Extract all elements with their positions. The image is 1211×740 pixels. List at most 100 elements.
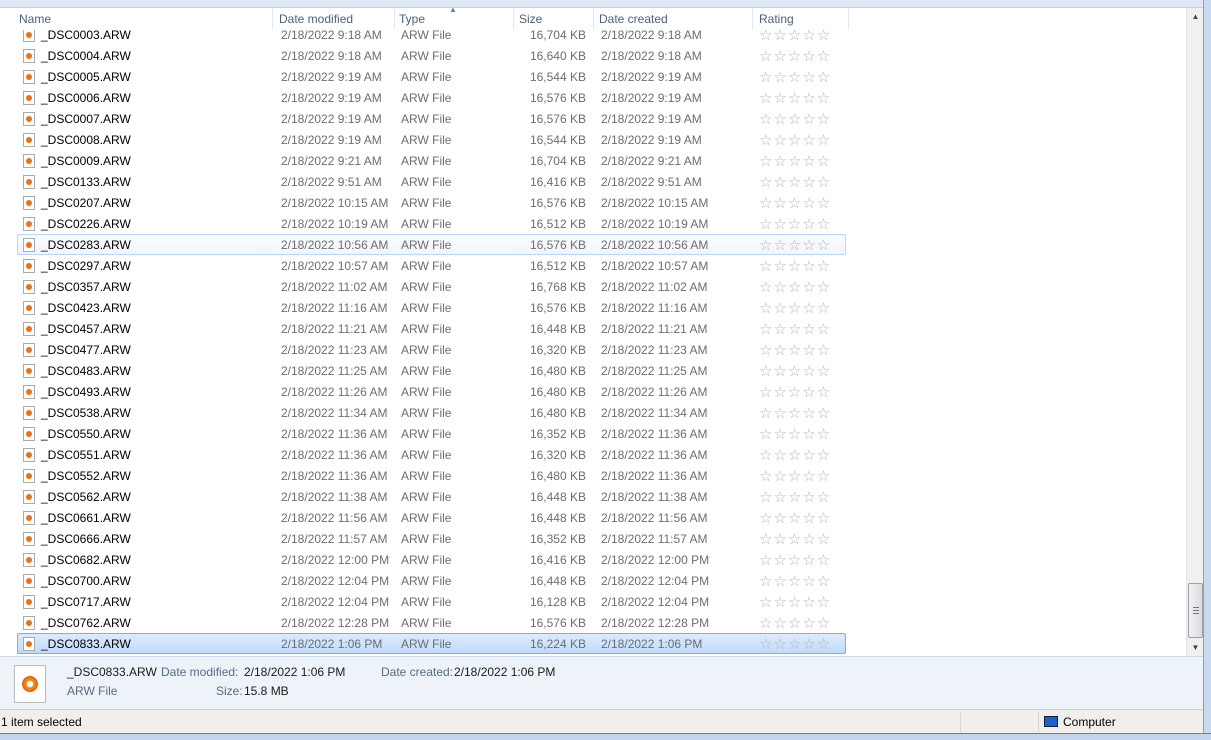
cell-date-modified: 2/18/2022 11:02 AM bbox=[281, 280, 388, 294]
cell-size: 16,416 KB bbox=[529, 553, 586, 567]
scroll-down-button[interactable]: ▼ bbox=[1187, 639, 1204, 656]
rating-stars-icon[interactable]: ☆☆☆☆☆ bbox=[759, 30, 831, 46]
cell-size: 16,704 KB bbox=[529, 30, 586, 42]
rating-stars-icon[interactable]: ☆☆☆☆☆ bbox=[759, 508, 831, 529]
column-rating[interactable]: Rating bbox=[753, 8, 849, 30]
file-row[interactable]: _DSC0006.ARW 2/18/2022 9:19 AM ARW File 16,… bbox=[17, 87, 846, 108]
cell-date-created: 2/18/2022 9:19 AM bbox=[601, 112, 702, 126]
rating-stars-icon[interactable]: ☆☆☆☆☆ bbox=[759, 298, 831, 319]
cell-type: ARW File bbox=[401, 385, 452, 399]
scroll-thumb[interactable] bbox=[1188, 583, 1203, 638]
rating-stars-icon[interactable]: ☆☆☆☆☆ bbox=[759, 424, 831, 445]
rating-stars-icon[interactable]: ☆☆☆☆☆ bbox=[759, 130, 831, 151]
file-row[interactable]: _DSC0700.ARW 2/18/2022 12:04 PM ARW File 16… bbox=[17, 570, 846, 591]
file-row[interactable]: _DSC0008.ARW 2/18/2022 9:19 AM ARW File 16,… bbox=[17, 129, 846, 150]
rating-stars-icon[interactable]: ☆☆☆☆☆ bbox=[759, 466, 831, 487]
rating-stars-icon[interactable]: ☆☆☆☆☆ bbox=[759, 550, 831, 571]
rating-stars-icon[interactable]: ☆☆☆☆☆ bbox=[759, 67, 831, 88]
rating-stars-icon[interactable]: ☆☆☆☆☆ bbox=[759, 529, 831, 550]
file-row[interactable]: _DSC0551.ARW 2/18/2022 11:36 AM ARW File 16… bbox=[17, 444, 846, 465]
cell-name: _DSC0007.ARW bbox=[41, 112, 131, 126]
file-row[interactable]: _DSC0666.ARW 2/18/2022 11:57 AM ARW File 16… bbox=[17, 528, 846, 549]
cell-date-created: 2/18/2022 12:00 PM bbox=[601, 553, 710, 567]
rating-stars-icon[interactable]: ☆☆☆☆☆ bbox=[759, 193, 831, 214]
cell-type: ARW File bbox=[401, 322, 452, 336]
rating-stars-icon[interactable]: ☆☆☆☆☆ bbox=[759, 340, 831, 361]
cell-name: _DSC0207.ARW bbox=[41, 196, 131, 210]
cell-name: _DSC0457.ARW bbox=[41, 322, 131, 336]
vertical-scrollbar[interactable]: ▲ ▼ bbox=[1186, 8, 1203, 656]
cell-date-created: 2/18/2022 1:06 PM bbox=[601, 637, 703, 651]
file-row[interactable]: _DSC0283.ARW 2/18/2022 10:56 AM ARW File 16… bbox=[17, 234, 846, 255]
column-header: Name Date modified Type ▲ Size Date crea… bbox=[0, 5, 1186, 30]
rating-stars-icon[interactable]: ☆☆☆☆☆ bbox=[759, 634, 831, 655]
cell-date-created: 2/18/2022 11:26 AM bbox=[601, 385, 708, 399]
file-row[interactable]: _DSC0717.ARW 2/18/2022 12:04 PM ARW File 16… bbox=[17, 591, 846, 612]
rating-stars-icon[interactable]: ☆☆☆☆☆ bbox=[759, 487, 831, 508]
cell-type: ARW File bbox=[401, 154, 452, 168]
file-row[interactable]: _DSC0297.ARW 2/18/2022 10:57 AM ARW File 16… bbox=[17, 255, 846, 276]
status-bar: 1 item selected Computer bbox=[0, 709, 1203, 733]
file-row[interactable]: _DSC0007.ARW 2/18/2022 9:19 AM ARW File 16,… bbox=[17, 108, 846, 129]
file-row[interactable]: _DSC0477.ARW 2/18/2022 11:23 AM ARW File 16… bbox=[17, 339, 846, 360]
rating-stars-icon[interactable]: ☆☆☆☆☆ bbox=[759, 277, 831, 298]
rating-stars-icon[interactable]: ☆☆☆☆☆ bbox=[759, 46, 831, 67]
cell-name: _DSC0551.ARW bbox=[41, 448, 131, 462]
cell-date-modified: 2/18/2022 9:18 AM bbox=[281, 30, 382, 42]
file-row[interactable]: _DSC0483.ARW 2/18/2022 11:25 AM ARW File 16… bbox=[17, 360, 846, 381]
rating-stars-icon[interactable]: ☆☆☆☆☆ bbox=[759, 88, 831, 109]
file-row[interactable]: _DSC0493.ARW 2/18/2022 11:26 AM ARW File 16… bbox=[17, 381, 846, 402]
file-row[interactable]: _DSC0562.ARW 2/18/2022 11:38 AM ARW File 16… bbox=[17, 486, 846, 507]
rating-stars-icon[interactable]: ☆☆☆☆☆ bbox=[759, 403, 831, 424]
file-row[interactable]: _DSC0682.ARW 2/18/2022 12:00 PM ARW File 16… bbox=[17, 549, 846, 570]
rating-stars-icon[interactable]: ☆☆☆☆☆ bbox=[759, 214, 831, 235]
file-row[interactable]: _DSC0009.ARW 2/18/2022 9:21 AM ARW File 16,… bbox=[17, 150, 846, 171]
column-date-created[interactable]: Date created bbox=[593, 8, 753, 30]
arw-file-icon bbox=[23, 175, 35, 189]
cell-date-modified: 2/18/2022 9:21 AM bbox=[281, 154, 382, 168]
rating-stars-icon[interactable]: ☆☆☆☆☆ bbox=[759, 172, 831, 193]
cell-name: _DSC0005.ARW bbox=[41, 70, 131, 84]
column-date-modified[interactable]: Date modified bbox=[273, 8, 395, 30]
cell-type: ARW File bbox=[401, 406, 452, 420]
file-row[interactable]: _DSC0357.ARW 2/18/2022 11:02 AM ARW File 16… bbox=[17, 276, 846, 297]
rating-stars-icon[interactable]: ☆☆☆☆☆ bbox=[759, 445, 831, 466]
cell-name: _DSC0004.ARW bbox=[41, 49, 131, 63]
rating-stars-icon[interactable]: ☆☆☆☆☆ bbox=[759, 319, 831, 340]
file-row[interactable]: _DSC0550.ARW 2/18/2022 11:36 AM ARW File 16… bbox=[17, 423, 846, 444]
rating-stars-icon[interactable]: ☆☆☆☆☆ bbox=[759, 256, 831, 277]
rating-stars-icon[interactable]: ☆☆☆☆☆ bbox=[759, 235, 831, 256]
file-row[interactable]: _DSC0004.ARW 2/18/2022 9:18 AM ARW File 16,… bbox=[17, 45, 846, 66]
file-row[interactable]: _DSC0133.ARW 2/18/2022 9:51 AM ARW File 16,… bbox=[17, 171, 846, 192]
file-row[interactable]: _DSC0833.ARW 2/18/2022 1:06 PM ARW File 16,… bbox=[17, 633, 846, 654]
file-row[interactable]: _DSC0552.ARW 2/18/2022 11:36 AM ARW File 16… bbox=[17, 465, 846, 486]
rating-stars-icon[interactable]: ☆☆☆☆☆ bbox=[759, 382, 831, 403]
file-row[interactable]: _DSC0457.ARW 2/18/2022 11:21 AM ARW File 16… bbox=[17, 318, 846, 339]
cell-date-created: 2/18/2022 9:51 AM bbox=[601, 175, 702, 189]
cell-size: 16,448 KB bbox=[529, 511, 586, 525]
file-row[interactable]: _DSC0226.ARW 2/18/2022 10:19 AM ARW File 16… bbox=[17, 213, 846, 234]
rating-stars-icon[interactable]: ☆☆☆☆☆ bbox=[759, 151, 831, 172]
file-row[interactable]: _DSC0423.ARW 2/18/2022 11:16 AM ARW File 16… bbox=[17, 297, 846, 318]
cell-size: 16,576 KB bbox=[529, 616, 586, 630]
cell-date-created: 2/18/2022 12:04 PM bbox=[601, 595, 710, 609]
rating-stars-icon[interactable]: ☆☆☆☆☆ bbox=[759, 571, 831, 592]
file-row[interactable]: _DSC0762.ARW 2/18/2022 12:28 PM ARW File 16… bbox=[17, 612, 846, 633]
rating-stars-icon[interactable]: ☆☆☆☆☆ bbox=[759, 613, 831, 634]
arw-file-icon bbox=[23, 490, 35, 504]
rating-stars-icon[interactable]: ☆☆☆☆☆ bbox=[759, 361, 831, 382]
details-pane: _DSC0833.ARW ARW File Date modified: 2/1… bbox=[0, 656, 1203, 709]
file-row[interactable]: _DSC0661.ARW 2/18/2022 11:56 AM ARW File 16… bbox=[17, 507, 846, 528]
rating-stars-icon[interactable]: ☆☆☆☆☆ bbox=[759, 592, 831, 613]
file-row[interactable]: _DSC0207.ARW 2/18/2022 10:15 AM ARW File 16… bbox=[17, 192, 846, 213]
column-name[interactable]: Name bbox=[13, 8, 273, 30]
file-row[interactable]: _DSC0003.ARW 2/18/2022 9:18 AM ARW File 16,… bbox=[17, 30, 846, 45]
file-row[interactable]: _DSC0538.ARW 2/18/2022 11:34 AM ARW File 16… bbox=[17, 402, 846, 423]
cell-date-created: 2/18/2022 10:15 AM bbox=[601, 196, 709, 210]
file-row[interactable]: _DSC0005.ARW 2/18/2022 9:19 AM ARW File 16,… bbox=[17, 66, 846, 87]
column-size[interactable]: Size bbox=[513, 8, 594, 30]
rating-stars-icon[interactable]: ☆☆☆☆☆ bbox=[759, 109, 831, 130]
cell-date-created: 2/18/2022 9:19 AM bbox=[601, 70, 702, 84]
cell-name: _DSC0682.ARW bbox=[41, 553, 131, 567]
scroll-up-button[interactable]: ▲ bbox=[1187, 8, 1204, 25]
